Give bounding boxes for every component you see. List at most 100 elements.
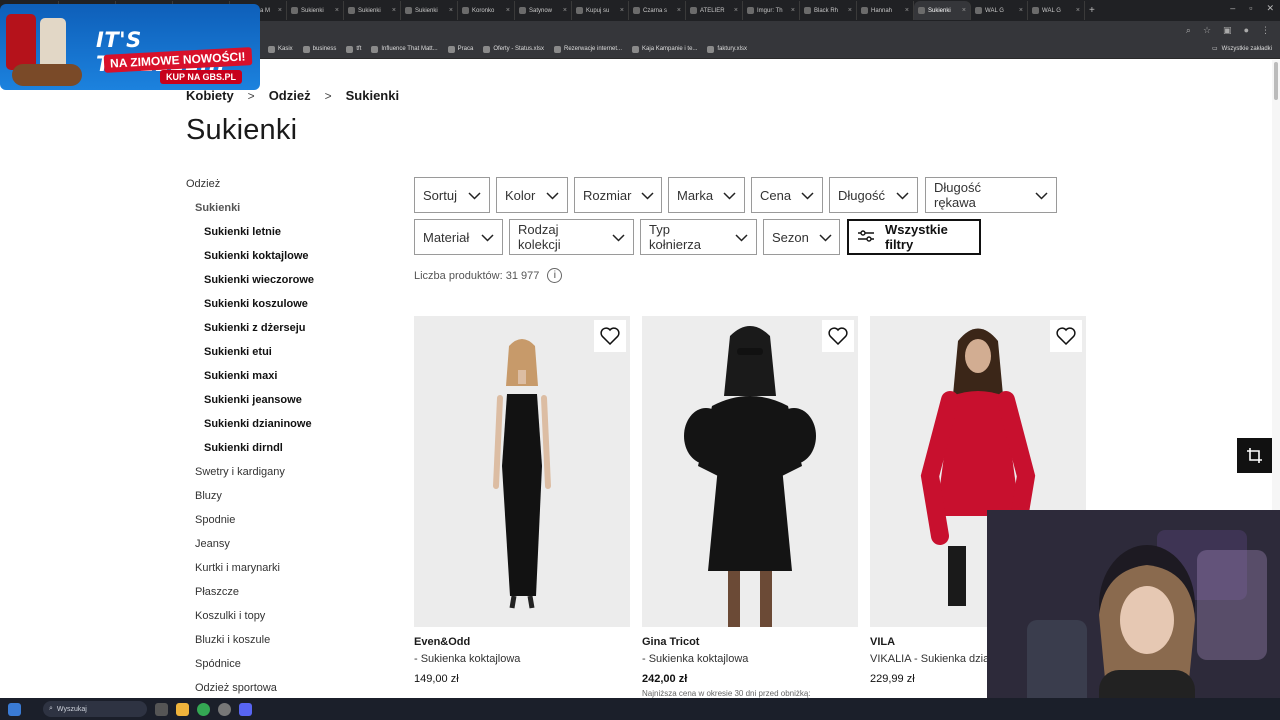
info-icon[interactable]: i [547, 268, 563, 283]
minimize-icon[interactable]: – [1230, 3, 1235, 14]
close-tab-icon[interactable]: × [848, 7, 852, 14]
filter-dropdown[interactable]: Sezon [763, 219, 840, 255]
browser-tab[interactable]: Black Rh × [800, 1, 857, 20]
bookmark-item[interactable]: faktury.xlsx [707, 45, 747, 53]
product-brand[interactable]: Even&Odd [414, 636, 630, 648]
browser-tab[interactable]: ATELIER × [686, 1, 743, 20]
menu-icon[interactable]: ⋮ [1261, 25, 1270, 36]
filter-dropdown[interactable]: Rozmiar [574, 177, 662, 213]
close-tab-icon[interactable]: × [962, 7, 966, 14]
crop-icon[interactable] [1237, 438, 1272, 473]
close-tab-icon[interactable]: × [734, 7, 738, 14]
wishlist-heart-icon[interactable] [1050, 320, 1082, 352]
close-tab-icon[interactable]: × [1019, 7, 1023, 14]
sidebar-category-link[interactable]: Sukienki wieczorowe [204, 274, 314, 286]
taskbar-search[interactable]: ⌕ Wyszukaj [43, 701, 147, 717]
wishlist-heart-icon[interactable] [594, 320, 626, 352]
filter-dropdown[interactable]: Rodzaj kolekcji [509, 219, 634, 255]
breadcrumb-kobiety[interactable]: Kobiety [186, 88, 234, 103]
sidebar-category-link[interactable]: Spódnice [195, 658, 241, 670]
browser-tab[interactable]: Kupuj su × [572, 1, 629, 20]
browser-tab[interactable]: Satynow × [515, 1, 572, 20]
filter-dropdown[interactable]: Typ kołnierza [640, 219, 757, 255]
sidebar-category-link[interactable]: Sukienki [195, 202, 240, 214]
browser-tab[interactable]: Koronko × [458, 1, 515, 20]
browser-tab[interactable]: Sukienki × [344, 1, 401, 20]
new-tab-button[interactable]: + [1089, 5, 1095, 16]
windows-start-icon[interactable] [8, 702, 21, 716]
sidebar-category-link[interactable]: Bluzki i koszule [195, 634, 270, 646]
filter-dropdown[interactable]: Długość rękawa [925, 177, 1057, 213]
filter-dropdown[interactable]: Marka [668, 177, 745, 213]
app-icon[interactable] [218, 702, 231, 716]
product-card[interactable]: Even&Odd - Sukienka koktajlowa 149,00 zł [414, 316, 630, 685]
promo-overlay[interactable]: IT'S TIMEEEE... NA ZIMOWE NOWOŚCI! KUP N… [0, 4, 260, 90]
filter-dropdown[interactable]: Kolor [496, 177, 568, 213]
browser-tab[interactable]: Sukienki × [287, 1, 344, 20]
close-tab-icon[interactable]: × [620, 7, 624, 14]
sidebar-category-link[interactable]: Sukienki koktajlowe [204, 250, 309, 262]
promo-cta[interactable]: KUP NA GBS.PL [160, 70, 243, 84]
bookmark-item[interactable]: Rezerwacje internet... [554, 45, 622, 53]
profile-icon[interactable]: ● [1244, 25, 1249, 36]
browser-tab[interactable]: WAL G × [1028, 1, 1085, 20]
sidebar-category-link[interactable]: Sukienki dzianinowe [204, 418, 312, 430]
sidebar-category-link[interactable]: Sukienki jeansowe [204, 394, 302, 406]
sidebar-category-link[interactable]: Odzież sportowa [195, 682, 277, 694]
bookmark-item[interactable]: Oferty - Status.xlsx [483, 45, 544, 53]
file-explorer-icon[interactable] [176, 702, 189, 716]
star-icon[interactable]: ☆ [1203, 25, 1211, 36]
sidebar-category-link[interactable]: Jeansy [195, 538, 230, 550]
bookmark-item[interactable]: Kaja Kampanie i te... [632, 45, 697, 53]
all-bookmarks[interactable]: ▭ Wszystkie zakładki [1212, 45, 1272, 53]
browser-tab[interactable]: Hannah × [857, 1, 914, 20]
close-tab-icon[interactable]: × [791, 7, 795, 14]
browser-tab[interactable]: WAL G × [971, 1, 1028, 20]
product-card[interactable]: Gina Tricot - Sukienka koktajlowa 242,00 z… [642, 316, 858, 698]
sidebar-category-link[interactable]: Odzież [186, 178, 220, 190]
sidebar-category-link[interactable]: Sukienki z dżerseju [204, 322, 305, 334]
filter-dropdown[interactable]: Materiał [414, 219, 503, 255]
maximize-icon[interactable]: ▫ [1249, 3, 1252, 14]
sidebar-category-link[interactable]: Bluzy [195, 490, 222, 502]
search-icon[interactable]: ⌕ [1186, 25, 1191, 36]
filter-dropdown[interactable]: Sortuj [414, 177, 490, 213]
task-view-icon[interactable] [155, 702, 168, 716]
breadcrumb-odziez[interactable]: Odzież [269, 88, 311, 103]
sidebar-category-link[interactable]: Sukienki etui [204, 346, 272, 358]
product-name[interactable]: - Sukienka koktajlowa [642, 653, 858, 665]
browser-tab[interactable]: Imgur: Th × [743, 1, 800, 20]
wishlist-heart-icon[interactable] [822, 320, 854, 352]
sidebar-category-link[interactable]: Sukienki letnie [204, 226, 281, 238]
discord-icon[interactable] [239, 702, 252, 716]
sidebar-category-link[interactable]: Swetry i kardigany [195, 466, 285, 478]
sidebar-category-link[interactable]: Spodnie [195, 514, 235, 526]
sidebar-category-link[interactable]: Płaszcze [195, 586, 239, 598]
product-image[interactable] [414, 316, 630, 627]
bookmark-item[interactable]: Praca [447, 45, 473, 53]
close-tab-icon[interactable]: × [392, 7, 396, 14]
browser-tab[interactable]: Czarna s × [629, 1, 686, 20]
sidebar-category-link[interactable]: Koszulki i topy [195, 610, 265, 622]
sidebar-category-link[interactable]: Sukienki maxi [204, 370, 277, 382]
product-brand[interactable]: Gina Tricot [642, 636, 858, 648]
close-tab-icon[interactable]: × [1076, 7, 1080, 14]
browser-tab[interactable]: Sukienki × [914, 1, 971, 20]
bookmark-item[interactable]: Kasix [268, 45, 293, 53]
bookmark-item[interactable]: business [302, 45, 336, 53]
close-tab-icon[interactable]: × [278, 7, 282, 14]
sidebar-category-link[interactable]: Kurtki i marynarki [195, 562, 280, 574]
filter-dropdown[interactable]: Cena [751, 177, 823, 213]
close-tab-icon[interactable]: × [449, 7, 453, 14]
close-tab-icon[interactable]: × [905, 7, 909, 14]
product-image[interactable] [642, 316, 858, 627]
product-name[interactable]: - Sukienka koktajlowa [414, 653, 630, 665]
close-window-icon[interactable]: ✕ [1266, 3, 1274, 14]
bookmark-item[interactable]: tft [346, 45, 361, 53]
all-filters-button[interactable]: Wszystkie filtry [847, 219, 981, 255]
close-tab-icon[interactable]: × [335, 7, 339, 14]
close-tab-icon[interactable]: × [563, 7, 567, 14]
scrollbar-thumb[interactable] [1274, 62, 1278, 100]
bookmark-item[interactable]: Influence That Matt... [371, 45, 438, 53]
sidebar-category-link[interactable]: Sukienki koszulowe [204, 298, 308, 310]
